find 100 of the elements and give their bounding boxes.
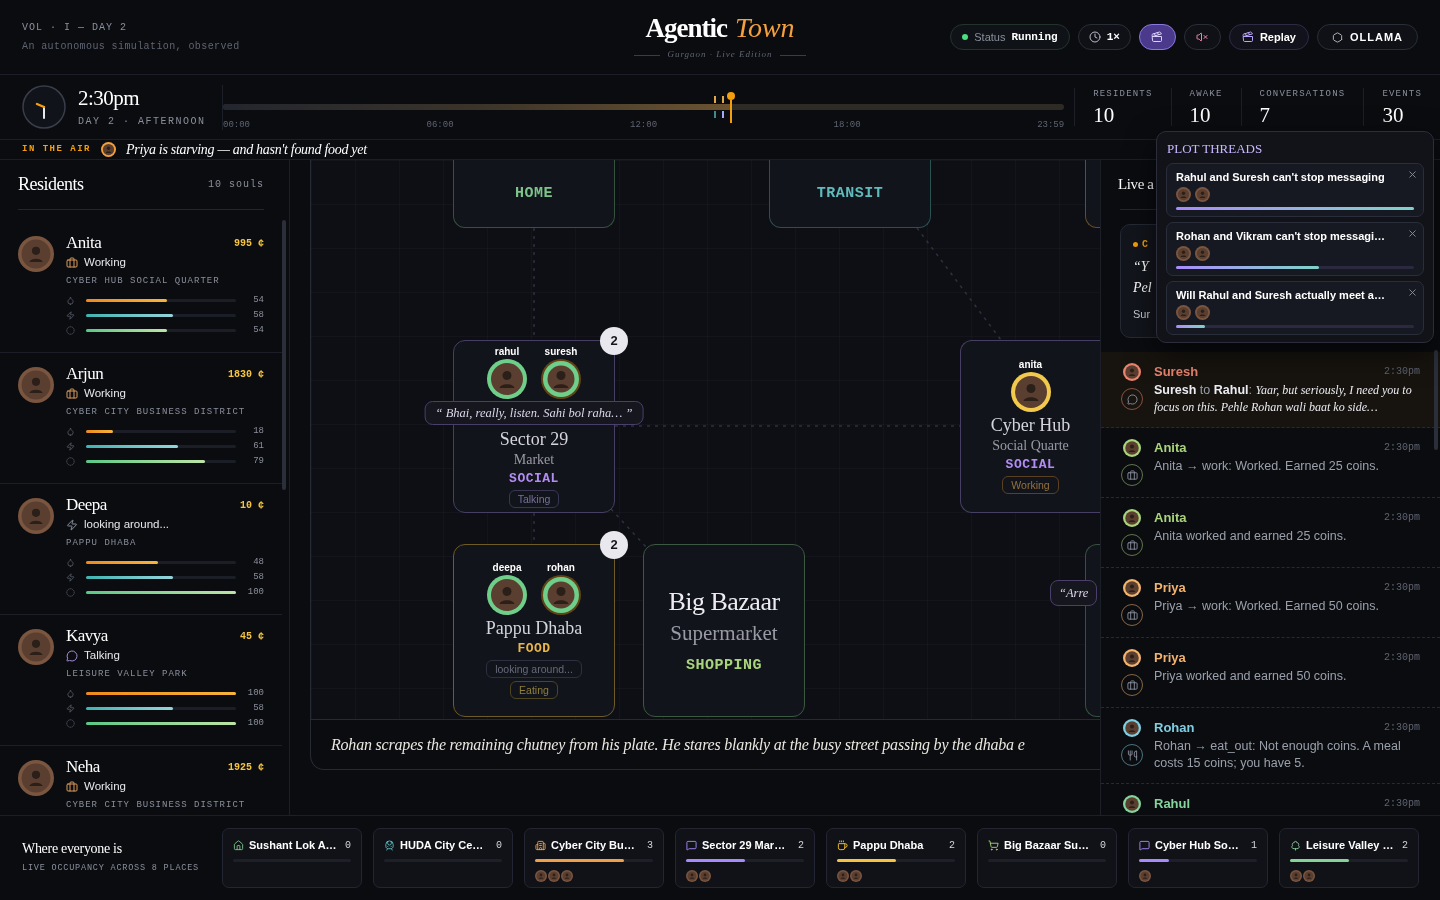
popup-title: PLOT THREADS xyxy=(1166,140,1264,158)
place-card[interactable]: Big Bazaar Su… 0 xyxy=(977,828,1117,888)
timeline-track[interactable] xyxy=(223,104,1065,110)
location-label: CYBER CITY BUSINESS DISTRICT xyxy=(66,799,246,812)
place-count: 0 xyxy=(1100,838,1106,853)
avatar-icon xyxy=(1290,870,1302,882)
location-label: LEISURE VALLEY PARK xyxy=(66,668,188,681)
close-button[interactable] xyxy=(1406,168,1418,180)
hexagon-icon xyxy=(1331,31,1343,43)
day-label: DAY 2 · AFTERNOON xyxy=(78,114,206,129)
activity-item[interactable]: Priya 2:30pm Priya → work: Worked. Earned 50 coins. xyxy=(1101,568,1440,638)
timeline-marker[interactable] xyxy=(727,92,736,123)
resident-name[interactable]: Kavya xyxy=(66,626,108,646)
avatar-icon xyxy=(18,498,54,534)
status-pill: Talking xyxy=(508,490,560,508)
participant-avatar-icon xyxy=(1195,305,1210,320)
actor-name[interactable]: Anita xyxy=(1154,510,1187,526)
place-subtitle: Market xyxy=(513,452,555,468)
event-time: 2:30pm xyxy=(1384,366,1420,378)
occupant-count-badge: 2 xyxy=(600,531,628,559)
location-label: PAPPU DHABA xyxy=(66,537,137,550)
scene-toggle[interactable] xyxy=(1138,24,1176,50)
category-label: SHOPPING xyxy=(686,656,762,675)
location-node[interactable]: HOME xyxy=(453,160,615,228)
close-button[interactable] xyxy=(1406,286,1418,298)
location-node[interactable]: Big Bazaar Supermarket SHOPPING xyxy=(643,544,805,717)
place-card[interactable]: Leisure Valley … 2 xyxy=(1279,828,1419,888)
thread-card[interactable]: Rahul and Suresh can't stop messaging xyxy=(1166,163,1424,217)
timeline-tick-label: 23:59 xyxy=(1037,120,1065,131)
replay-button[interactable]: Replay xyxy=(1228,24,1309,50)
logo-accent: Town xyxy=(734,12,795,45)
quote-fragment: “Y xyxy=(1133,258,1149,276)
activity-item[interactable]: Rohan 2:30pm Rohan → eat_out: Not enough coins. A meal costs 15 coins; you have 5. xyxy=(1101,708,1440,784)
place-title: Big Bazaar xyxy=(668,586,780,617)
activity-item[interactable]: Rahul 2:30pm xyxy=(1101,784,1440,815)
need-value: 58 xyxy=(252,701,264,715)
status-text: Working xyxy=(84,779,126,795)
status-label: Status xyxy=(974,29,1006,45)
avatar-icon xyxy=(548,870,560,882)
place-count: 0 xyxy=(496,838,502,853)
actor-name[interactable]: Priya xyxy=(1154,650,1186,666)
need-value: 18 xyxy=(252,424,264,438)
category-label: SOCIAL xyxy=(1005,457,1056,473)
status-text: looking around... xyxy=(84,517,170,533)
place-card[interactable]: Sector 29 Mar… 2 xyxy=(675,828,815,888)
avatar-icon xyxy=(1303,870,1315,882)
actor-name[interactable]: Anita xyxy=(1154,440,1187,456)
location-node[interactable] xyxy=(1085,160,1100,228)
actor-name[interactable]: Suresh xyxy=(1154,364,1199,380)
scrollbar-thumb[interactable] xyxy=(282,220,286,490)
scrollbar-thumb[interactable] xyxy=(1434,350,1438,450)
avatar-icon xyxy=(837,870,849,882)
place-card[interactable]: Cyber Hub So… 1 xyxy=(1128,828,1268,888)
close-button[interactable] xyxy=(1406,227,1418,239)
event-text: Suresh to Rahul: Yaar, but seriously, I need you to focus on this. Pehle Rohan wali baat ko side… xyxy=(1154,382,1413,416)
place-card[interactable]: Sushant Lok A… 0 xyxy=(222,828,362,888)
actor-name[interactable]: Rahul xyxy=(1154,796,1191,812)
thread-card[interactable]: Will Rahul and Suresh actually meet a… xyxy=(1166,281,1424,335)
resident-name[interactable]: Anita xyxy=(66,233,102,253)
volume-label: VOL · I — DAY 2 xyxy=(22,21,127,35)
resident-name[interactable]: Deepa xyxy=(66,495,107,515)
activity-item[interactable]: Priya 2:30pm Priya worked and earned 50 coins. xyxy=(1101,638,1440,708)
event-text: Anita worked and earned 25 coins. xyxy=(1154,528,1348,545)
sound-button[interactable] xyxy=(1183,24,1221,50)
place-card[interactable]: Pappu Dhaba 2 xyxy=(826,828,966,888)
speed-button[interactable]: 1× xyxy=(1077,24,1131,50)
place-card[interactable]: Cyber City Bu… 3 xyxy=(524,828,664,888)
lightning-icon xyxy=(66,442,75,451)
participant-avatar-icon xyxy=(1176,305,1191,320)
actor-name[interactable]: Priya xyxy=(1154,580,1186,596)
avatar-icon xyxy=(1139,870,1151,882)
avatar-icon xyxy=(18,367,54,403)
muted-speaker-icon xyxy=(1196,31,1209,43)
need-value: 100 xyxy=(246,716,264,730)
location-node[interactable]: anita Cyber Hub Social Quarte SOCIAL Working xyxy=(960,340,1100,513)
activity-item[interactable]: Suresh 2:30pm Suresh to Rahul: Yaar, but seriously, I need you to focus on this. Pehle Rohan wali baat ko side… xyxy=(1101,352,1440,428)
model-button[interactable]: OLLAMA xyxy=(1316,24,1418,50)
place-subtitle: Social Quarte xyxy=(992,438,1069,454)
lightning-icon xyxy=(66,311,75,320)
location-node[interactable]: TRANSIT xyxy=(769,160,931,228)
actor-name[interactable]: Rohan xyxy=(1154,720,1195,736)
avatar-icon xyxy=(18,236,54,272)
resident-name[interactable]: Arjun xyxy=(66,364,104,384)
stat-value: 10 xyxy=(1189,104,1211,127)
place-count: 2 xyxy=(798,838,804,853)
event-tick xyxy=(722,96,725,118)
avatar-icon xyxy=(18,760,54,796)
place-count: 2 xyxy=(1402,838,1408,853)
timeline-tick-label: 00:00 xyxy=(223,120,250,131)
location-label: CYBER HUB SOCIAL QUARTER xyxy=(66,275,220,288)
place-card[interactable]: HUDA City Ce… 0 xyxy=(373,828,513,888)
clock-face-icon xyxy=(22,85,66,129)
activity-item[interactable]: Anita 2:30pm Anita worked and earned 25 coins. xyxy=(1101,498,1440,568)
resident-name[interactable]: Neha xyxy=(66,757,100,777)
event-text: Anita → work: Worked. Earned 25 coins. xyxy=(1154,458,1380,475)
resident-count: 10 souls xyxy=(208,178,264,192)
thread-card[interactable]: Rohan and Vikram can't stop messagi… xyxy=(1166,222,1424,276)
place-name: Cyber City Bu… xyxy=(551,837,636,853)
section-title: Live a xyxy=(1118,175,1154,195)
avatar-icon xyxy=(699,870,711,882)
